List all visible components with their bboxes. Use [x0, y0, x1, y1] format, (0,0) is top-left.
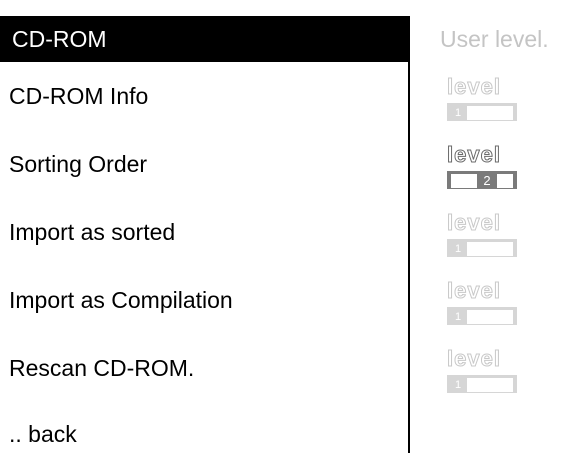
level-badge-icon: level 1 — [447, 278, 517, 330]
level-badge-label: level — [447, 278, 501, 304]
menu-title: CD-ROM — [0, 16, 408, 62]
menu-item-import-sorted[interactable]: Import as sorted — [0, 198, 408, 266]
level-badge-number: 1 — [451, 106, 465, 120]
level-badge-number: 1 — [451, 378, 465, 392]
menu-item-back[interactable]: .. back — [0, 402, 408, 462]
level-badge-number: 1 — [451, 310, 465, 324]
level-badge-label: level — [447, 210, 501, 236]
level-badge-bar: 1 — [447, 307, 517, 325]
level-badge-bar: 1 — [447, 103, 517, 121]
user-level-title: User level. — [440, 26, 549, 52]
menu-item-import-compilation[interactable]: Import as Compilation — [0, 266, 408, 334]
menu-item-rescan-cdrom[interactable]: Rescan CD-ROM. — [0, 334, 408, 402]
level-badge-bar: 1 — [447, 239, 517, 257]
level-badge-bar: 1 — [447, 375, 517, 393]
level-badge-label: level — [447, 346, 501, 372]
level-badge-number: 1 — [451, 242, 465, 256]
menu-panel: CD-ROM CD-ROM Info Sorting Order Import … — [0, 16, 410, 453]
level-badge-number: 2 — [479, 174, 495, 188]
menu-item-sorting-order[interactable]: Sorting Order — [0, 130, 408, 198]
menu-item-cdrom-info[interactable]: CD-ROM Info — [0, 62, 408, 130]
level-badge-label: level — [447, 74, 501, 100]
level-badge-icon: level 1 — [447, 74, 517, 126]
level-badge-label: level — [447, 142, 501, 168]
level-badge-icon: level 1 — [447, 346, 517, 398]
level-badge-bar: 2 — [447, 171, 517, 189]
level-badge-active-icon: level 2 — [447, 142, 517, 194]
level-badge-icon: level 1 — [447, 210, 517, 262]
